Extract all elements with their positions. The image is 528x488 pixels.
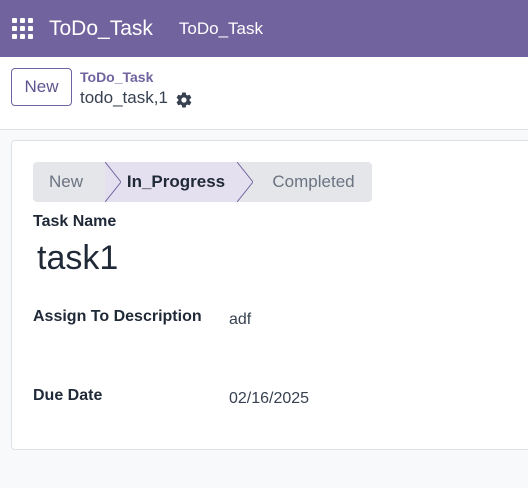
record-name: todo_task,1 bbox=[80, 88, 168, 107]
assign-description-field[interactable]: adf bbox=[229, 311, 251, 329]
breadcrumb-link[interactable]: ToDo_Task bbox=[80, 69, 153, 85]
due-date-field[interactable]: 02/16/2025 bbox=[229, 390, 309, 408]
stage-separator bbox=[237, 162, 253, 202]
menu-item-todo-task[interactable]: ToDo_Task bbox=[179, 19, 263, 39]
due-date-label: Due Date bbox=[33, 387, 103, 404]
new-button[interactable]: New bbox=[11, 68, 72, 106]
control-panel: New ToDo_Task todo_task,1 bbox=[0, 57, 528, 130]
form-sheet: New In_Progress Completed Task Name task… bbox=[11, 140, 528, 450]
stage-separator bbox=[105, 162, 121, 202]
stage-completed[interactable]: Completed bbox=[237, 162, 372, 202]
grid-icon[interactable] bbox=[12, 18, 33, 39]
stage-in-progress[interactable]: In_Progress bbox=[105, 162, 253, 202]
statusbar: New In_Progress Completed bbox=[33, 162, 372, 202]
top-navbar: ToDo_Task ToDo_Task bbox=[0, 0, 528, 57]
task-name-field[interactable]: task1 bbox=[37, 239, 118, 278]
stage-in-progress-label: In_Progress bbox=[126, 172, 226, 191]
stage-new[interactable]: New bbox=[33, 162, 121, 202]
stage-new-label: New bbox=[48, 172, 83, 191]
gear-icon[interactable] bbox=[175, 91, 193, 109]
stage-completed-label: Completed bbox=[272, 172, 355, 191]
app-title[interactable]: ToDo_Task bbox=[49, 17, 153, 41]
task-name-label: Task Name bbox=[33, 213, 117, 230]
assign-description-label: Assign To Description bbox=[33, 308, 202, 325]
